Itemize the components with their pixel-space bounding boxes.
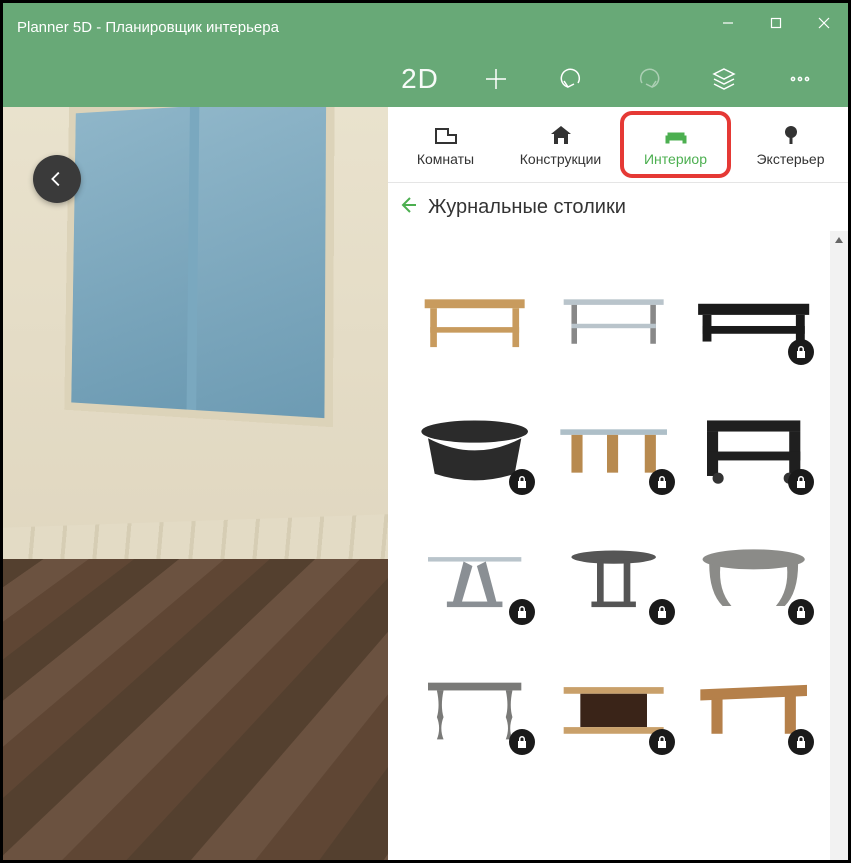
subcategory-title: Журнальные столики — [428, 196, 626, 219]
content-area: Комнаты Конструкции Интериор Экстерьер — [3, 107, 848, 860]
lock-icon — [788, 339, 814, 365]
close-button[interactable] — [800, 3, 848, 43]
viewport-3d[interactable] — [3, 107, 388, 860]
tab-label: Экстерьер — [756, 151, 824, 167]
layers-button[interactable] — [686, 51, 762, 107]
toggle-2d-3d-button[interactable]: 2D — [382, 51, 458, 107]
lock-icon — [649, 599, 675, 625]
room-window — [64, 107, 334, 427]
undo-button[interactable] — [534, 51, 610, 107]
side-panel: Комнаты Конструкции Интериор Экстерьер — [388, 107, 848, 860]
category-tabs: Комнаты Конструкции Интериор Экстерьер — [388, 107, 848, 183]
tab-label: Интериор — [644, 151, 707, 167]
viewport-back-button[interactable] — [33, 155, 81, 203]
catalog-item[interactable] — [687, 521, 820, 631]
subcategory-back-button[interactable] — [396, 193, 420, 222]
tab-interior[interactable]: Интериор — [618, 107, 733, 182]
toolbar: 2D — [3, 51, 848, 107]
scrollbar[interactable] — [830, 231, 848, 860]
mode-label: 2D — [401, 63, 439, 95]
subcategory-header: Журнальные столики — [388, 183, 848, 231]
titlebar: Planner 5D - Планировщик интерьера — [3, 3, 848, 51]
catalog-item[interactable] — [687, 261, 820, 371]
tab-label: Конструкции — [520, 151, 602, 167]
minimize-button[interactable] — [704, 3, 752, 43]
tab-exterior[interactable]: Экстерьер — [733, 107, 848, 182]
window-controls — [704, 3, 848, 43]
catalog-item[interactable] — [547, 261, 680, 371]
app-window: Planner 5D - Планировщик интерьера 2D — [3, 3, 848, 860]
tab-rooms[interactable]: Комнаты — [388, 107, 503, 182]
tab-label: Комнаты — [417, 151, 474, 167]
add-button[interactable] — [458, 51, 534, 107]
tab-construction[interactable]: Конструкции — [503, 107, 618, 182]
lock-icon — [788, 599, 814, 625]
maximize-button[interactable] — [752, 3, 800, 43]
catalog-item[interactable] — [408, 391, 541, 501]
more-button[interactable] — [762, 51, 838, 107]
catalog-item[interactable] — [547, 391, 680, 501]
catalog-grid — [408, 261, 820, 761]
catalog-item[interactable] — [547, 521, 680, 631]
catalog-item[interactable] — [687, 651, 820, 761]
catalog-container — [388, 231, 848, 860]
catalog-item[interactable] — [408, 521, 541, 631]
lock-icon — [649, 729, 675, 755]
lock-icon — [788, 729, 814, 755]
lock-icon — [788, 469, 814, 495]
catalog-item[interactable] — [687, 391, 820, 501]
redo-button[interactable] — [610, 51, 686, 107]
catalog-item[interactable] — [408, 261, 541, 371]
catalog-item[interactable] — [408, 651, 541, 761]
floor — [3, 559, 388, 860]
catalog-item[interactable] — [547, 651, 680, 761]
catalog[interactable] — [388, 231, 830, 860]
lock-icon — [649, 469, 675, 495]
scroll-up-button[interactable] — [830, 231, 848, 249]
